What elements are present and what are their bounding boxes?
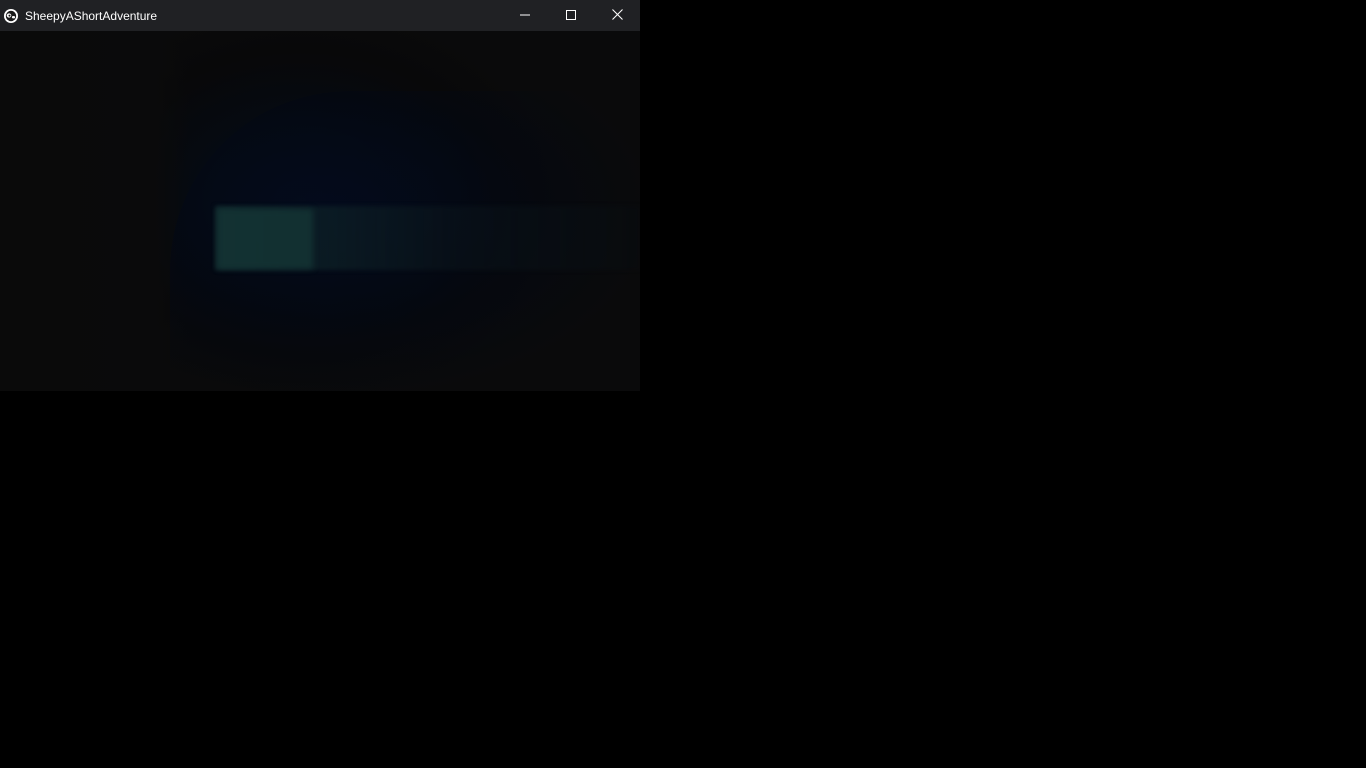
maximize-icon [566,7,576,25]
desktop-background: SheepyAShortAdventure [0,0,1366,768]
minimize-button[interactable] [502,0,548,31]
sheep-icon [3,8,19,24]
scene-left-shadow [0,31,190,391]
window-controls [502,0,640,31]
close-button[interactable] [594,0,640,31]
window-title: SheepyAShortAdventure [25,8,158,23]
maximize-button[interactable] [548,0,594,31]
game-canvas[interactable] [0,31,640,391]
minimize-icon [520,7,530,25]
game-window[interactable]: SheepyAShortAdventure [0,0,640,391]
scene-glow-core [218,209,313,269]
title-bar[interactable]: SheepyAShortAdventure [0,0,640,31]
close-icon [611,7,623,25]
